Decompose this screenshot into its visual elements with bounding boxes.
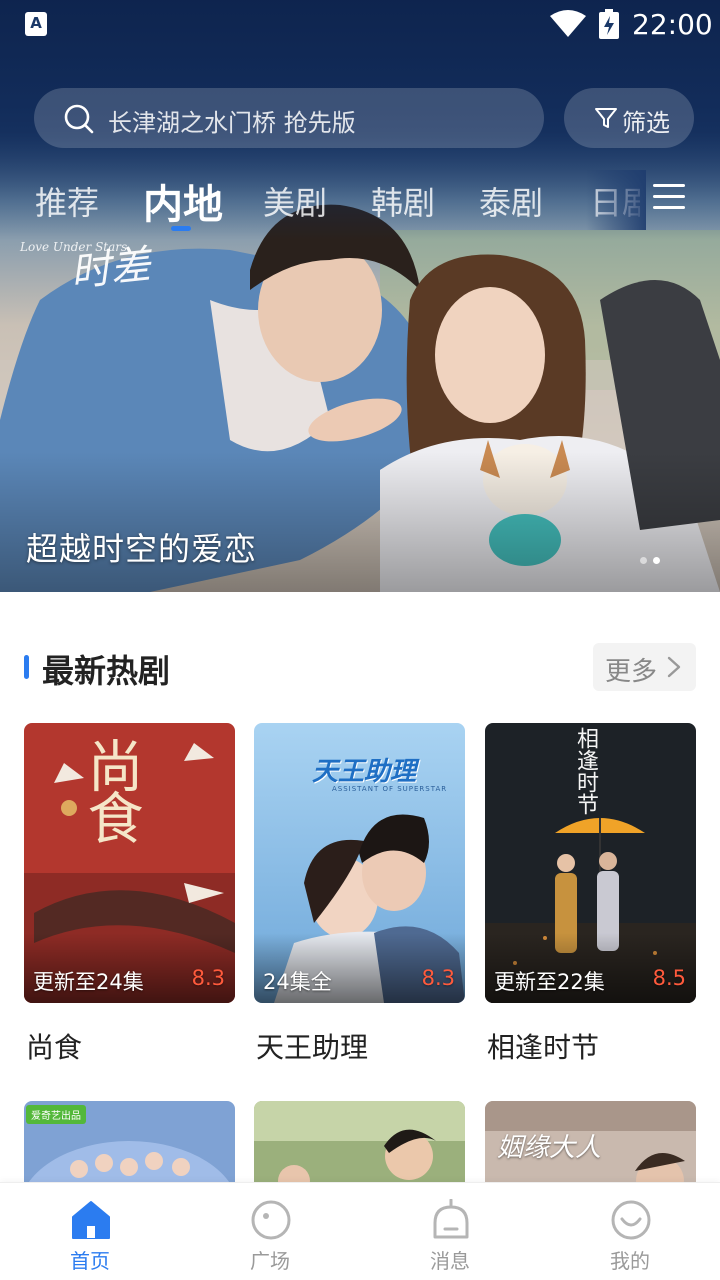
- poster-title-text: 姻缘大人: [497, 1133, 602, 1163]
- nav-home-label: 首页: [70, 1249, 110, 1273]
- drama-card[interactable]: 爱奇艺出品: [24, 1101, 235, 1191]
- drama-card[interactable]: 姻缘大人: [485, 1101, 696, 1191]
- nav-profile[interactable]: 我的: [570, 1183, 690, 1280]
- episode-status: 更新至22集: [494, 970, 605, 994]
- drama-poster[interactable]: 相逢时节 更新至22集 8.5: [485, 723, 696, 1003]
- filter-button[interactable]: 筛选: [564, 88, 694, 148]
- poster-title-text: 尚食: [78, 737, 143, 841]
- active-tab-indicator: [171, 226, 191, 231]
- original-badge: 爱奇艺出品: [26, 1105, 86, 1124]
- more-label: 更多: [605, 657, 658, 687]
- nav-messages[interactable]: 消息: [390, 1183, 510, 1280]
- nav-profile-label: 我的: [610, 1249, 650, 1273]
- drama-poster[interactable]: 姻缘大人: [485, 1101, 696, 1191]
- chevron-right-icon: [667, 656, 681, 678]
- app-notification-icon: A: [25, 12, 47, 36]
- planet-icon: [251, 1200, 291, 1240]
- category-tabs: 推荐 内地 美剧 韩剧 泰剧 日剧: [0, 170, 640, 230]
- section-title: 最新热剧: [42, 652, 171, 690]
- drama-card[interactable]: 相逢时节 更新至22集 8.5 相逢时节: [485, 723, 696, 1073]
- poster-title: 时差: [68, 241, 153, 297]
- bell-icon: [433, 1199, 469, 1239]
- section-accent-bar: [24, 655, 29, 679]
- rating-score: 8.3: [421, 966, 455, 990]
- battery-charging-icon: [599, 9, 619, 39]
- search-placeholder: 长津湖之水门桥 抢先版: [108, 109, 356, 137]
- poster-art: [254, 1101, 465, 1191]
- poster-subtitle-text: ASSISTANT OF SUPERSTAR: [332, 785, 448, 793]
- filter-label: 筛选: [622, 109, 670, 137]
- poster-title-text: 相逢时节: [573, 727, 598, 815]
- menu-icon[interactable]: [652, 182, 686, 212]
- wifi-icon: [550, 10, 586, 37]
- carousel-dot-active[interactable]: [653, 557, 660, 564]
- rating-score: 8.5: [652, 966, 686, 990]
- search-bar[interactable]: 长津湖之水门桥 抢先版: [34, 88, 544, 148]
- search-icon: [64, 104, 94, 134]
- drama-poster[interactable]: 尚食 更新至24集 8.3: [24, 723, 235, 1003]
- drama-poster[interactable]: [254, 1101, 465, 1191]
- drama-title[interactable]: 尚食: [26, 1026, 82, 1066]
- tab-korean-drama[interactable]: 韩剧: [371, 178, 435, 224]
- clock: 22:00: [632, 8, 713, 41]
- smile-icon: [611, 1200, 651, 1240]
- tab-recommend[interactable]: 推荐: [35, 178, 99, 224]
- nav-home[interactable]: 首页: [30, 1183, 150, 1280]
- nav-square[interactable]: 广场: [210, 1183, 330, 1280]
- tab-us-drama[interactable]: 美剧: [263, 178, 327, 224]
- drama-poster[interactable]: 爱奇艺出品: [24, 1101, 235, 1191]
- drama-title[interactable]: 相逢时节: [487, 1026, 599, 1066]
- filter-icon: [595, 108, 617, 128]
- tabs-fade: [586, 170, 646, 230]
- drama-card[interactable]: 天王助理 ASSISTANT OF SUPERSTAR 24集全 8.3 天王助…: [254, 723, 465, 1073]
- drama-card[interactable]: 尚食 更新至24集 8.3 尚食: [24, 723, 235, 1073]
- hero-caption: 超越时空的爱恋: [26, 530, 258, 568]
- drama-poster[interactable]: 天王助理 ASSISTANT OF SUPERSTAR 24集全 8.3: [254, 723, 465, 1003]
- drama-title[interactable]: 天王助理: [256, 1026, 368, 1066]
- rating-score: 8.3: [191, 966, 225, 990]
- carousel-dots[interactable]: [640, 557, 660, 564]
- tab-mainland[interactable]: 内地: [143, 172, 223, 230]
- tab-thai-drama[interactable]: 泰剧: [479, 178, 543, 224]
- drama-card[interactable]: [254, 1101, 465, 1191]
- carousel-dot[interactable]: [640, 557, 647, 564]
- status-bar: A 22:00: [0, 0, 720, 50]
- home-icon: [72, 1201, 110, 1239]
- nav-messages-label: 消息: [430, 1249, 470, 1273]
- episode-status: 更新至24集: [33, 970, 144, 994]
- poster-title-text: 天王助理: [312, 757, 417, 787]
- more-button[interactable]: 更多: [593, 643, 696, 691]
- episode-status: 24集全: [263, 970, 332, 994]
- bottom-navigation: 首页 广场 消息 我的: [0, 1182, 720, 1280]
- nav-square-label: 广场: [250, 1249, 290, 1273]
- hero-bottom-gradient: [0, 452, 720, 592]
